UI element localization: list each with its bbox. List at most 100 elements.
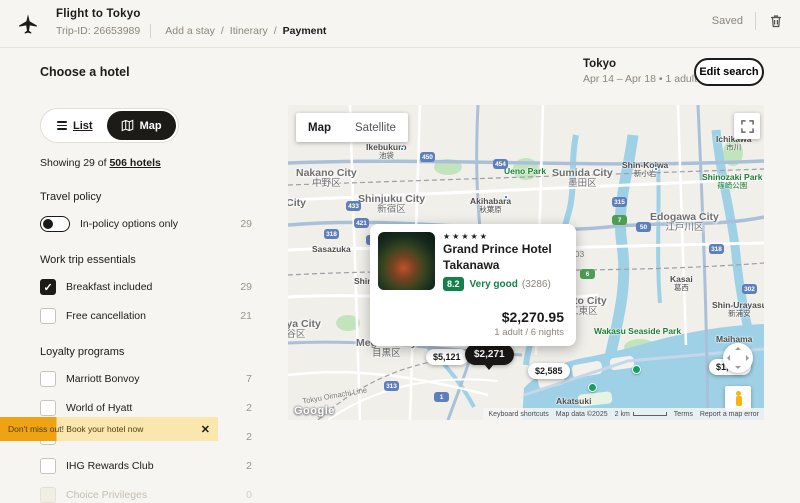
rating-label: Very good: [470, 279, 518, 290]
route-shield: 7: [612, 215, 627, 225]
in-policy-toggle[interactable]: [40, 216, 70, 232]
price-marker-selected[interactable]: $2,271: [465, 344, 514, 365]
breadcrumb-separator: /: [274, 25, 277, 37]
rating-badge: 8.2: [443, 277, 464, 291]
trash-icon[interactable]: [768, 13, 784, 29]
breadcrumb-separator: /: [221, 25, 224, 37]
hotels-count-link[interactable]: 506 hotels: [109, 157, 160, 169]
search-summary: Tokyo Apr 14 – Apr 18 • 1 adult: [583, 58, 697, 85]
hotel-card[interactable]: ★★★★★ Grand Prince Hotel Takanawa 8.2 Ve…: [370, 224, 576, 346]
saved-status: Saved: [712, 15, 743, 27]
route-shield: 421: [354, 218, 369, 228]
list-icon: [57, 121, 67, 130]
filter-row-free-cancellation: Free cancellation 21: [40, 308, 252, 324]
view-toggle: List Map: [40, 108, 179, 143]
keyboard-shortcuts-link[interactable]: Keyboard shortcuts: [488, 411, 548, 418]
pan-right-icon: [746, 355, 749, 361]
results-count: Showing 29 of 506 hotels: [40, 157, 252, 169]
map-label-nakano: Nakano City中野区: [296, 167, 357, 190]
in-policy-filter-row: In-policy options only 29: [40, 216, 252, 232]
map-label-shinkoiwa: Shin-Koiwa新小岩: [622, 161, 668, 179]
map-icon: [121, 119, 134, 132]
map-label-sasazuka: Sasazuka: [312, 245, 351, 254]
reviews-count: (3286): [522, 279, 551, 290]
price-marker[interactable]: $2,585: [528, 363, 570, 379]
map-label-akatsuki: Akatsuki: [556, 397, 591, 406]
map-type-control: Map Satellite: [296, 113, 408, 142]
route-shield: 1: [434, 392, 449, 402]
map-type-map-button[interactable]: Map: [296, 113, 343, 142]
breadcrumb-itinerary[interactable]: Itinerary: [230, 25, 268, 37]
trip-title: Flight to Tokyo: [56, 8, 330, 20]
ihg-checkbox[interactable]: [40, 458, 56, 474]
hotel-price-meta: 1 adult / 6 nights: [494, 327, 564, 338]
terms-link[interactable]: Terms: [674, 411, 693, 418]
choice-checkbox: [40, 487, 56, 503]
station-marker: [400, 147, 404, 151]
top-bar: Flight to Tokyo Trip-ID: 26653989 Add a …: [0, 0, 800, 48]
marriott-checkbox[interactable]: [40, 371, 56, 387]
loyalty-heading: Loyalty programs: [40, 346, 252, 358]
dates-occupancy-label: Apr 14 – Apr 18 • 1 adult: [583, 73, 697, 85]
map-label-sumida: Sumida City墨田区: [552, 167, 613, 190]
map-attribution: Keyboard shortcuts Map data ©2025 2 km T…: [483, 408, 764, 420]
trip-id: Trip-ID: 26653989: [56, 25, 140, 37]
price-marker[interactable]: $5,121: [426, 349, 468, 365]
breadcrumb-add-a-stay[interactable]: Add a stay: [165, 25, 215, 37]
breadcrumb-payment[interactable]: Payment: [283, 25, 327, 37]
route-shield: 318: [709, 244, 724, 254]
in-policy-label: In-policy options only: [80, 218, 178, 230]
hotel-photo: [378, 232, 435, 290]
scale-bar: [633, 412, 667, 416]
station-marker: [654, 167, 658, 171]
fullscreen-button[interactable]: [734, 113, 760, 139]
close-icon[interactable]: ✕: [201, 423, 210, 436]
pan-control[interactable]: [723, 343, 753, 373]
free-cancellation-checkbox[interactable]: [40, 308, 56, 324]
hotel-stars: ★★★★★: [443, 232, 489, 241]
map-type-satellite-button[interactable]: Satellite: [343, 113, 408, 142]
hotel-rating-row: 8.2 Very good (3286): [443, 277, 551, 291]
trip-info: Flight to Tokyo Trip-ID: 26653989 Add a …: [56, 8, 330, 38]
filter-row-hyatt: World of Hyatt 2: [40, 400, 252, 416]
travel-policy-heading: Travel policy: [40, 191, 252, 203]
poi-marker: [588, 383, 597, 392]
map-label-shinozaki-park: Shinozaki Park篠崎公園: [702, 173, 762, 191]
page-title: Choose a hotel: [40, 65, 130, 79]
map-label-edogawa: Edogawa City江戸川区: [650, 211, 719, 234]
essentials-heading: Work trip essentials: [40, 254, 252, 266]
edit-search-button[interactable]: Edit search: [694, 58, 764, 86]
map-label-suginami: Suginami City杉並区: [288, 197, 306, 220]
filter-row-choice: Choice Privileges 0: [40, 487, 252, 503]
filter-row-ihg: IHG Rewards Club 2: [40, 458, 252, 474]
route-shield: 318: [324, 229, 339, 239]
hyatt-checkbox[interactable]: [40, 400, 56, 416]
hotel-search-page: Flight to Tokyo Trip-ID: 26653989 Add a …: [0, 0, 800, 449]
map-label-kasai: Kasai葛西: [670, 275, 693, 293]
list-view-button[interactable]: List: [43, 111, 107, 140]
report-map-error-link[interactable]: Report a map error: [700, 411, 759, 418]
map-label-shinjuku: Shinjuku City新宿区: [358, 193, 425, 216]
filters-sidebar: List Map Showing 29 of 506 hotels Travel…: [40, 108, 252, 503]
route-shield: 433: [346, 201, 361, 211]
divider: [755, 12, 756, 30]
station-marker: [504, 195, 508, 199]
route-shield: 315: [612, 197, 627, 207]
filter-row-breakfast: Breakfast included 29: [40, 279, 252, 295]
map-label-akihabara: Akihabara秋葉原: [470, 197, 511, 215]
divider: [150, 24, 151, 38]
promo-banner: Don't miss out! Book your hotel now ✕: [0, 417, 218, 441]
filter-row-marriott: Marriott Bonvoy 7: [40, 371, 252, 387]
hotel-map[interactable]: Ikebukuro池袋 Nakano City中野区 Shinjuku City…: [288, 105, 764, 420]
map-view-button[interactable]: Map: [107, 111, 176, 140]
hotel-name: Grand Prince Hotel Takanawa: [443, 241, 571, 273]
pan-down-icon: [735, 366, 741, 369]
pan-left-icon: [727, 355, 730, 361]
route-shield: 454: [493, 159, 508, 169]
map-label-ueno-park: Ueno Park: [504, 167, 546, 176]
google-logo: Google: [294, 405, 335, 417]
breakfast-checkbox[interactable]: [40, 279, 56, 295]
route-shield: 6: [580, 269, 595, 279]
pegman-icon: [734, 391, 742, 407]
pan-up-icon: [735, 347, 741, 350]
